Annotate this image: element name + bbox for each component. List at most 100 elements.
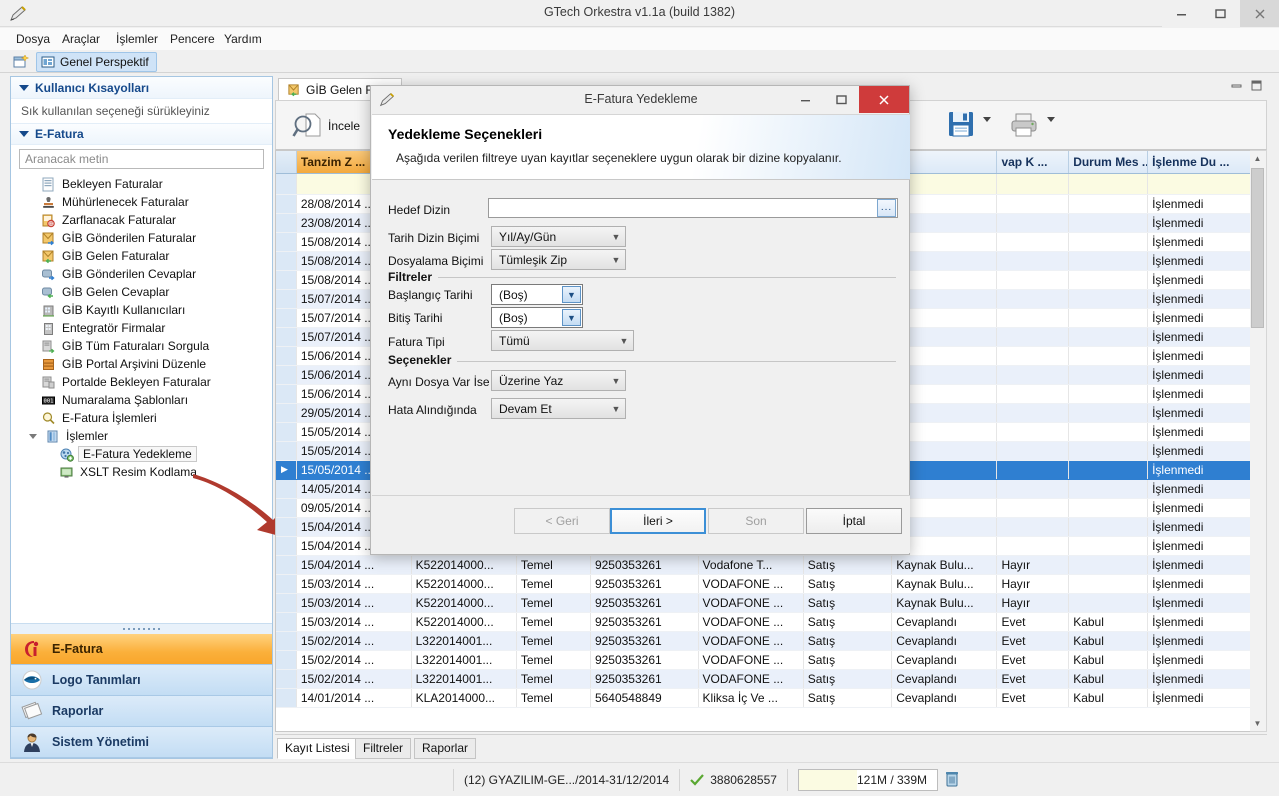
- toolbar-save-dropdown[interactable]: [983, 117, 991, 122]
- scrollbar-thumb[interactable]: [1251, 168, 1264, 328]
- dialog-maximize-button[interactable]: [823, 86, 859, 113]
- section-header-efatura[interactable]: E-Fatura: [11, 123, 272, 145]
- ayni-dosya-var-ise-select[interactable]: Üzerine Yaz ▼: [491, 370, 626, 391]
- section-header-shortcuts[interactable]: Kullanıcı Kısayolları: [11, 77, 272, 99]
- tab-raporlar[interactable]: Raporlar: [414, 738, 477, 759]
- back-button[interactable]: < Geri: [514, 508, 610, 534]
- table-cell: VODAFONE ...: [698, 669, 804, 689]
- grid-vertical-scrollbar[interactable]: ▲ ▼: [1250, 150, 1267, 732]
- menu-yardim[interactable]: Yardım: [218, 30, 268, 48]
- nav-resize-grip[interactable]: [11, 623, 272, 634]
- tree-item-e-fatura-yedekleme[interactable]: E-Fatura Yedekleme: [11, 445, 272, 463]
- tarih-dizin-bicimi-select[interactable]: Yıl/Ay/Gün ▼: [491, 226, 626, 247]
- nav-button-e-fatura[interactable]: E-Fatura: [11, 634, 272, 665]
- tree-item-gib-gonderilen-cevaplar[interactable]: GİB Gönderilen Cevaplar: [11, 265, 272, 283]
- inbox-icon: [288, 83, 299, 96]
- toolbar-print-dropdown[interactable]: [1047, 117, 1055, 122]
- tree-item-muhurlenecek-faturalar[interactable]: Mühürlenecek Faturalar: [11, 193, 272, 211]
- inbox-icon: [41, 249, 56, 264]
- table-cell: Evet: [996, 669, 1070, 689]
- column-header-islenme-durumu[interactable]: İşlenme Du ...: [1147, 151, 1251, 174]
- column-header-durum-mesaji[interactable]: Durum Mes ...: [1068, 151, 1149, 174]
- bitis-tarihi-select[interactable]: (Boş) ▼: [491, 307, 583, 328]
- window-close-button[interactable]: [1240, 0, 1279, 27]
- table-cell: İşlenmedi: [1147, 194, 1251, 214]
- filter-cell[interactable]: [1068, 173, 1149, 195]
- next-button[interactable]: İleri >: [610, 508, 706, 534]
- tree-item-gib-tum-faturalari-sorgula[interactable]: GİB Tüm Faturaları Sorgula: [11, 337, 272, 355]
- editor-maximize-button[interactable]: [1251, 80, 1263, 95]
- table-cell: 15/02/2014 ...: [296, 631, 412, 651]
- dialog-minimize-button[interactable]: [787, 86, 823, 113]
- table-row[interactable]: 15/02/2014 ... L322014001... Temel 92503532…: [276, 650, 1251, 670]
- table-row[interactable]: 15/02/2014 ... L322014001... Temel 92503532…: [276, 669, 1251, 689]
- hata-alindiginda-select[interactable]: Devam Et ▼: [491, 398, 626, 419]
- window-minimize-button[interactable]: [1162, 0, 1201, 27]
- fatura-tipi-select[interactable]: Tümü ▼: [491, 330, 634, 351]
- memory-indicator[interactable]: 121M / 339M: [797, 768, 939, 791]
- tree-item-gib-gonderilen-faturalar[interactable]: GİB Gönderilen Faturalar: [11, 229, 272, 247]
- menu-pencere[interactable]: Pencere: [164, 30, 221, 48]
- menu-islemler[interactable]: İşlemler: [110, 30, 164, 48]
- chevron-down-icon[interactable]: ▼: [562, 309, 581, 326]
- editor-minimize-button[interactable]: [1231, 80, 1243, 95]
- table-row[interactable]: 14/01/2014 ... KLA2014000... Temel 56405488…: [276, 688, 1251, 708]
- nav-button-raporlar[interactable]: Raporlar: [11, 696, 272, 727]
- tab-kayit-listesi[interactable]: Kayıt Listesi: [277, 738, 358, 759]
- table-cell: [1068, 593, 1149, 613]
- scroll-down-arrow[interactable]: ▼: [1250, 716, 1265, 731]
- window-maximize-button[interactable]: [1201, 0, 1240, 27]
- scroll-up-arrow[interactable]: ▲: [1250, 151, 1265, 166]
- nav-button-logo-tanimlari[interactable]: Logo Tanımları: [11, 665, 272, 696]
- toolbar-inspect-button[interactable]: İncele: [292, 111, 360, 141]
- toolbar-print-button[interactable]: [1009, 110, 1039, 140]
- tree-group-islemler[interactable]: İşlemler: [11, 427, 272, 445]
- table-row[interactable]: 15/03/2014 ... K522014000... Temel 92503532…: [276, 593, 1251, 613]
- trash-icon[interactable]: [944, 770, 960, 790]
- tree-label: Numaralama Şablonları: [62, 393, 189, 407]
- table-row[interactable]: 15/02/2014 ... L322014001... Temel 92503532…: [276, 631, 1251, 651]
- tab-filtreler[interactable]: Filtreler: [355, 738, 412, 759]
- table-row[interactable]: 15/03/2014 ... K522014000... Temel 92503532…: [276, 612, 1251, 632]
- chevron-down-icon[interactable]: ▼: [562, 286, 581, 303]
- tree-item-gib-gelen-cevaplar[interactable]: GİB Gelen Cevaplar: [11, 283, 272, 301]
- tree-item-e-fatura-islemleri[interactable]: E-Fatura İşlemleri: [11, 409, 272, 427]
- tree-label: Zarflanacak Faturalar: [62, 213, 177, 227]
- table-cell: L322014001...: [411, 631, 517, 651]
- table-cell: İşlenmedi: [1147, 232, 1251, 252]
- table-cell: [1068, 194, 1149, 214]
- shortcuts-title: Kullanıcı Kısayolları: [35, 80, 150, 95]
- hedef-dizin-input[interactable]: [488, 198, 898, 218]
- table-cell: VODAFONE ...: [698, 593, 804, 613]
- status-memory[interactable]: 121M / 339M: [786, 768, 970, 791]
- tab-genel-perspektif[interactable]: Genel Perspektif: [36, 52, 157, 72]
- tree-item-zarflanacak-faturalar[interactable]: @ Zarflanacak Faturalar: [11, 211, 272, 229]
- row-indicator-cell: [276, 479, 297, 499]
- dosyalama-bicimi-select[interactable]: Tümleşik Zip ▼: [491, 249, 626, 270]
- tree-item-portalde-bekleyen-faturalar[interactable]: Portalde Bekleyen Faturalar: [11, 373, 272, 391]
- finish-button[interactable]: Son: [708, 508, 804, 534]
- tree-item-bekleyen-faturalar[interactable]: Bekleyen Faturalar: [11, 175, 272, 193]
- baslangic-tarihi-select[interactable]: (Boş) ▼: [491, 284, 583, 305]
- dialog-close-button[interactable]: [859, 86, 909, 113]
- chevron-down-icon: ▼: [611, 403, 621, 414]
- toolbar-save-button[interactable]: [946, 109, 976, 139]
- tree-item-entegrator-firmalar[interactable]: Entegratör Firmalar: [11, 319, 272, 337]
- cancel-button[interactable]: İptal: [806, 508, 902, 534]
- tree-item-gib-kayitli-kullanicilari[interactable]: GİB Kayıtlı Kullanıcıları: [11, 301, 272, 319]
- menu-araclar[interactable]: Araçlar: [56, 30, 106, 48]
- status-bar: (12) GYAZILIM-GE.../2014-31/12/2014 3880…: [0, 762, 1279, 796]
- filter-cell[interactable]: [996, 173, 1070, 195]
- tree-item-xslt-resim-kodlama[interactable]: XSLT Resim Kodlama: [11, 463, 272, 481]
- tree-item-gib-gelen-faturalar[interactable]: GİB Gelen Faturalar: [11, 247, 272, 265]
- browse-folder-button[interactable]: ...: [877, 199, 896, 217]
- nav-button-sistem-yonetimi[interactable]: Sistem Yönetimi: [11, 727, 272, 758]
- tree-item-numaralama-sablonlari[interactable]: 001 Numaralama Şablonları: [11, 391, 272, 409]
- menu-dosya[interactable]: Dosya: [10, 30, 56, 48]
- new-perspective-icon[interactable]: [13, 54, 30, 70]
- filter-cell[interactable]: [1147, 173, 1251, 195]
- table-cell: [1068, 251, 1149, 271]
- column-header-cevap-kodu[interactable]: vap K ...: [996, 151, 1070, 174]
- tree-item-gib-portal-arsivini-duzenle[interactable]: GİB Portal Arşivini Düzenle: [11, 355, 272, 373]
- search-input[interactable]: Aranacak metin: [19, 149, 264, 169]
